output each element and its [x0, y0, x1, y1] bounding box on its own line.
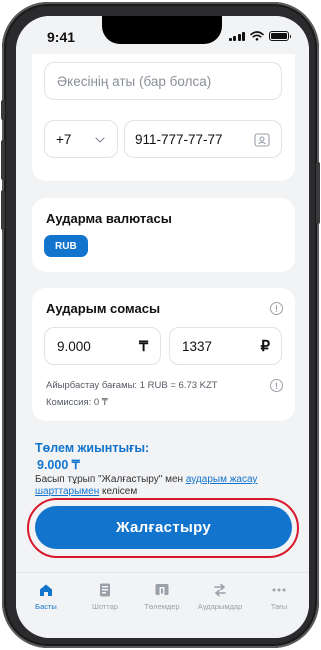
currency-title: Аударма валютасы	[46, 211, 172, 226]
wifi-icon	[250, 31, 264, 41]
power-button	[316, 162, 320, 224]
tab-home[interactable]: Басты	[18, 581, 74, 611]
app-screen: 9:41 Әкесінің аты (бар болса) +7 911-777…	[16, 16, 309, 638]
phone-frame: 9:41 Әкесінің аты (бар болса) +7 911-777…	[1, 2, 320, 648]
country-code-select[interactable]: +7	[44, 120, 118, 158]
rate-info-icon[interactable]: !	[270, 379, 283, 392]
more-icon	[270, 581, 288, 599]
phone-field[interactable]: 911-777-77-77	[124, 120, 282, 158]
transfer-form-scroll[interactable]: Әкесінің аты (бар болса) +7 911-777-77-7…	[16, 54, 309, 576]
tab-label: Шоттар	[91, 602, 118, 611]
tab-payments[interactable]: Төлемдер	[134, 581, 190, 611]
tab-label: Төлемдер	[144, 602, 180, 611]
home-icon	[37, 581, 55, 599]
volume-up-button	[1, 140, 5, 180]
tab-label: Аударымдар	[197, 602, 243, 611]
info-icon[interactable]: !	[270, 302, 283, 315]
amount-kzt-value: 9.000	[57, 338, 91, 354]
commission-text: Комиссия: 0 ₸	[46, 397, 108, 408]
terms-suffix: келісем	[99, 486, 138, 497]
amount-rub-value: 1337	[182, 338, 213, 354]
status-time: 9:41	[47, 29, 76, 45]
notch	[102, 16, 222, 44]
recipient-card: Әкесінің аты (бар болса) +7 911-777-77-7…	[32, 54, 295, 181]
tab-more[interactable]: Тағы	[251, 581, 307, 611]
currency-rub-chip[interactable]: RUB	[44, 235, 88, 257]
battery-icon	[269, 31, 291, 41]
payments-icon	[153, 581, 171, 599]
payment-summary-amount: 9.000 ₸	[37, 458, 80, 472]
amount-kzt-field[interactable]: 9.000 ₸	[44, 327, 161, 365]
terms-prefix: Басып тұрып "Жалғастыру" мен	[35, 474, 186, 485]
amount-card: Аударым сомасы ! 9.000 ₸ 1337 ₽ Айырбаст…	[32, 288, 295, 421]
tab-accounts[interactable]: Шоттар	[77, 581, 133, 611]
tab-label: Басты	[35, 602, 57, 611]
phone-value: 911-777-77-77	[135, 131, 223, 147]
exchange-rate-text: Айырбастау бағамы: 1 RUB = 6.73 KZT	[46, 380, 218, 391]
patronymic-field[interactable]: Әкесінің аты (бар болса)	[44, 62, 282, 100]
accounts-icon	[96, 581, 114, 599]
tab-label: Тағы	[270, 602, 288, 611]
currency-card: Аударма валютасы RUB	[32, 198, 295, 272]
chevron-down-icon	[95, 137, 105, 143]
volume-down-button	[1, 190, 5, 230]
bottom-tab-bar: Басты Шоттар Төлемдер Аударымдар Тағы	[16, 572, 309, 638]
ruble-icon: ₽	[260, 338, 270, 355]
amount-title: Аударым сомасы	[46, 301, 161, 316]
cellular-signal-icon	[228, 31, 245, 41]
payment-summary-title: Төлем жиынтығы:	[35, 441, 150, 455]
continue-button[interactable]: Жалғастыру	[35, 506, 292, 549]
contacts-icon[interactable]	[254, 132, 270, 148]
terms-text: Басып тұрып "Жалғастыру" мен аударым жас…	[35, 474, 290, 498]
tenge-icon: ₸	[139, 338, 148, 354]
country-code-value: +7	[56, 131, 72, 147]
status-icons	[228, 31, 291, 41]
amount-rub-field[interactable]: 1337 ₽	[169, 327, 282, 365]
tab-transfers[interactable]: Аударымдар	[192, 581, 248, 611]
patronymic-placeholder: Әкесінің аты (бар болса)	[57, 73, 212, 89]
transfers-icon	[211, 581, 229, 599]
status-bar: 9:41	[16, 16, 309, 54]
mute-switch	[1, 100, 5, 120]
